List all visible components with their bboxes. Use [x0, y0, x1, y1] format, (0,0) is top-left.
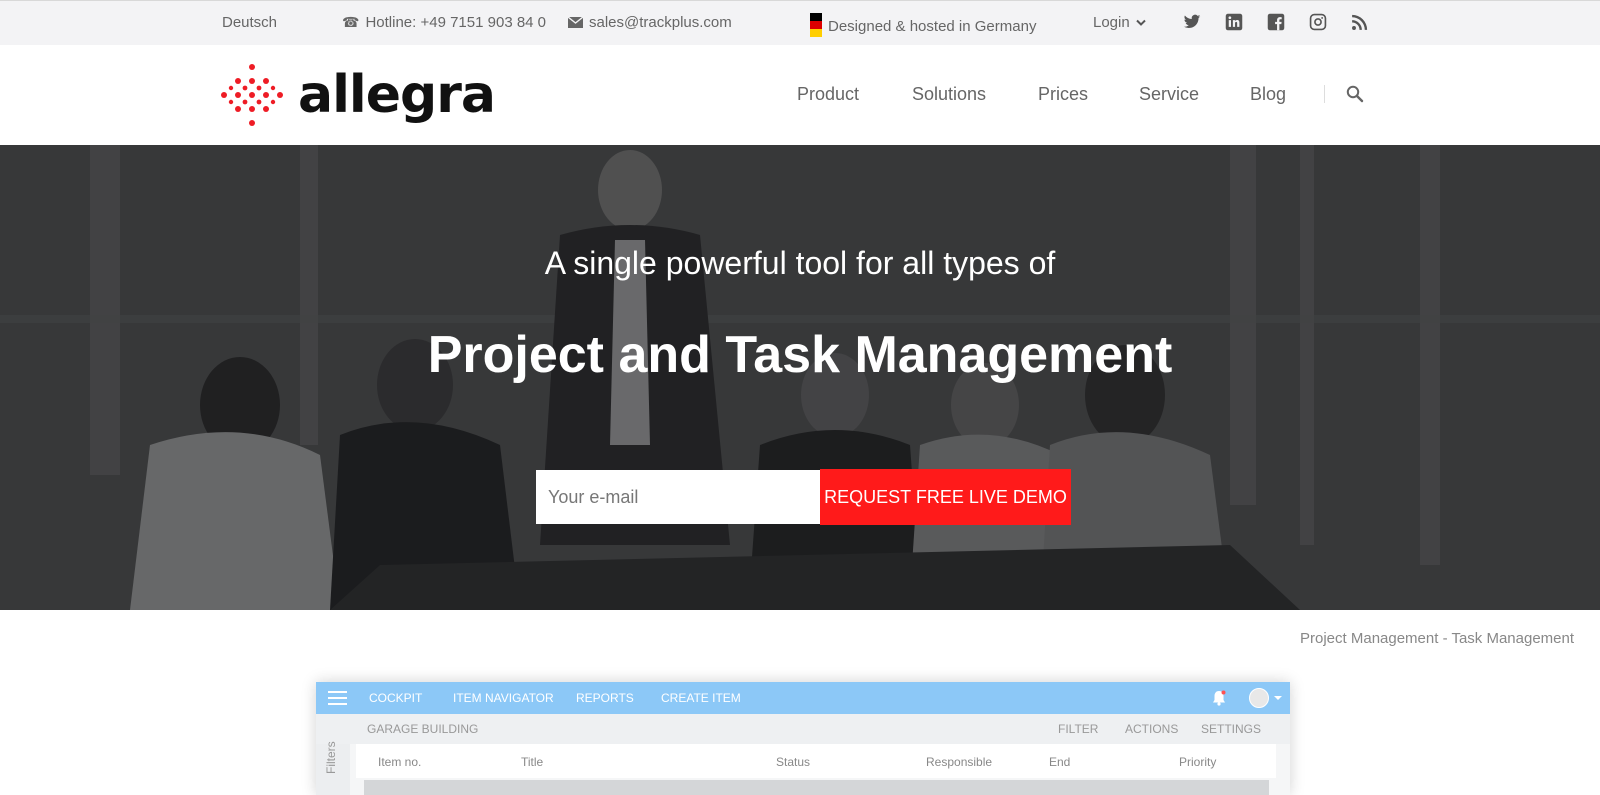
logo-wordmark: allegra	[298, 65, 496, 125]
search-icon[interactable]	[1346, 85, 1364, 103]
hero-banner: A single powerful tool for all types of …	[0, 145, 1600, 610]
nav-solutions[interactable]: Solutions	[912, 84, 986, 105]
login-dropdown[interactable]: Login	[1093, 14, 1146, 31]
app-preview-screenshot: COCKPIT ITEM NAVIGATOR REPORTS CREATE IT…	[316, 682, 1290, 795]
caret-down-icon	[1274, 696, 1282, 700]
settings-action: SETTINGS	[1201, 722, 1262, 736]
german-flag-icon	[810, 13, 822, 37]
bell-icon	[1213, 690, 1226, 706]
col-status: Status	[776, 755, 811, 769]
app-nav-cockpit: COCKPIT	[369, 691, 423, 705]
table-row	[364, 780, 1269, 795]
filters-side-panel: Filters	[316, 741, 350, 795]
col-item-no: Item no.	[378, 755, 422, 769]
rss-icon[interactable]	[1351, 13, 1369, 31]
page-tagline: Project Management - Task Management	[1300, 630, 1575, 647]
nav-divider	[1324, 85, 1325, 103]
email-link[interactable]: sales@trackplus.com	[568, 14, 732, 31]
allegra-logo[interactable]: allegra	[220, 63, 496, 127]
hero-subtitle: A single powerful tool for all types of	[544, 245, 1056, 281]
nav-service[interactable]: Service	[1139, 84, 1199, 105]
envelope-icon	[568, 17, 583, 28]
language-link[interactable]: Deutsch	[222, 14, 277, 31]
col-end: End	[1049, 755, 1071, 769]
col-responsible: Responsible	[926, 755, 993, 769]
user-avatar	[1249, 688, 1269, 708]
linkedin-icon[interactable]	[1225, 13, 1243, 31]
phone-icon: ☎	[342, 14, 360, 30]
filter-action: FILTER	[1058, 722, 1099, 736]
nav-product[interactable]: Product	[797, 84, 859, 105]
chevron-down-icon	[1135, 19, 1146, 26]
col-title: Title	[521, 755, 544, 769]
app-nav-reports: REPORTS	[576, 691, 634, 705]
social-links	[1183, 13, 1369, 31]
email-input[interactable]	[536, 470, 820, 524]
dot-grid-logo-icon	[221, 64, 283, 126]
twitter-icon[interactable]	[1183, 13, 1201, 31]
item-grid-header: Item no. Title Status Responsible End Pr…	[356, 744, 1276, 778]
top-bar: Deutsch ☎ Hotline: +49 7151 903 84 0 sal…	[0, 0, 1600, 45]
project-name: GARAGE BUILDING	[367, 722, 479, 736]
col-priority: Priority	[1179, 755, 1217, 769]
app-nav-create-item: CREATE ITEM	[661, 691, 741, 705]
hosted-in-germany: Designed & hosted in Germany	[810, 13, 1036, 38]
filters-label: Filters	[324, 741, 338, 774]
app-nav-item-navigator: ITEM NAVIGATOR	[453, 691, 554, 705]
facebook-icon[interactable]	[1267, 13, 1285, 31]
nav-blog[interactable]: Blog	[1250, 84, 1286, 105]
app-sub-bar: GARAGE BUILDING FILTER ACTIONS SETTINGS	[316, 714, 1290, 744]
site-header: allegra Product Solutions Prices Service…	[0, 45, 1600, 145]
app-top-bar: COCKPIT ITEM NAVIGATOR REPORTS CREATE IT…	[316, 682, 1290, 714]
actions-action: ACTIONS	[1125, 722, 1179, 736]
instagram-icon[interactable]	[1309, 13, 1327, 31]
nav-prices[interactable]: Prices	[1038, 84, 1088, 105]
hero-title: Project and Task Management	[427, 326, 1173, 384]
hotline[interactable]: ☎ Hotline: +49 7151 903 84 0	[342, 14, 546, 31]
hamburger-menu-icon	[328, 691, 347, 709]
request-demo-button[interactable]: REQUEST FREE LIVE DEMO	[820, 469, 1071, 525]
